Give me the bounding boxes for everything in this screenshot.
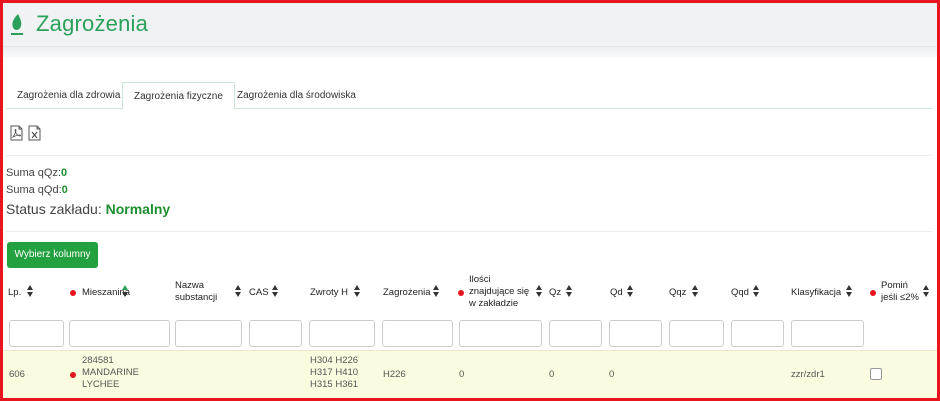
excel-file-icon[interactable] xyxy=(28,125,41,141)
column-header-qqz[interactable]: Qqz xyxy=(669,287,686,299)
filter-cas-input[interactable] xyxy=(249,320,302,347)
sort-icon[interactable] xyxy=(235,285,241,297)
sort-icon[interactable] xyxy=(536,285,542,297)
filter-classification-input[interactable] xyxy=(791,320,864,347)
app-header: Zagrożenia xyxy=(3,3,937,47)
warning-dot-icon xyxy=(70,372,76,378)
pdf-file-icon[interactable] xyxy=(10,125,23,141)
cell-mixture: 284581 MANDARINE LYCHEE xyxy=(82,355,140,390)
leaf-logo-icon xyxy=(11,14,23,35)
filter-h-statements-input[interactable] xyxy=(309,320,375,347)
info-dot-icon xyxy=(458,290,464,296)
sum-qqd: Suma qQd:0 xyxy=(6,184,68,196)
filter-qqz-input[interactable] xyxy=(669,320,724,347)
sort-icon[interactable] xyxy=(627,285,633,297)
filter-lp-input[interactable] xyxy=(9,320,64,347)
page-title: Zagrożenia xyxy=(36,11,149,36)
sort-icon[interactable] xyxy=(923,285,929,297)
column-header-classification[interactable]: Klasyfikacja xyxy=(791,287,841,299)
facility-status: Status zakładu: Normalny xyxy=(6,201,170,217)
cell-h-statements: H304 H226 H317 H410 H315 H361 xyxy=(310,355,359,390)
filter-qqd-input[interactable] xyxy=(731,320,784,347)
filter-hazards-input[interactable] xyxy=(382,320,453,347)
tab-health-hazards[interactable]: Zagrożenia dla zdrowia xyxy=(6,82,131,109)
sort-icon[interactable] xyxy=(846,285,852,297)
sort-icon[interactable] xyxy=(433,285,439,297)
header-shadow xyxy=(3,47,937,57)
column-header-quantities[interactable]: Ilości znajdujące się w zakładzie xyxy=(469,274,529,310)
facility-status-value: Normalny xyxy=(105,201,171,217)
cell-lp: 606 xyxy=(9,369,25,380)
info-dot-icon xyxy=(70,290,76,296)
sum-qqz: Suma qQz:0 xyxy=(6,167,67,179)
divider xyxy=(6,155,932,156)
column-header-substance-name[interactable]: Nazwa substancji xyxy=(175,280,217,304)
filter-qd-input[interactable] xyxy=(609,320,662,347)
sum-qqd-value: 0 xyxy=(61,184,68,196)
info-dot-icon xyxy=(870,290,876,296)
sort-icon[interactable] xyxy=(122,285,128,297)
sort-icon[interactable] xyxy=(354,285,360,297)
choose-columns-button[interactable]: Wybierz kolumny xyxy=(7,242,98,268)
cell-qz: 0 xyxy=(549,369,555,380)
tab-bar: Zagrożenia dla zdrowia Zagrożenia fizycz… xyxy=(6,82,932,110)
cell-qd: 0 xyxy=(609,369,615,380)
column-header-hazards[interactable]: Zagrożenia xyxy=(383,287,431,299)
cell-quantities: 0 xyxy=(459,369,465,380)
sort-icon[interactable] xyxy=(27,285,33,297)
sort-icon[interactable] xyxy=(272,285,278,297)
column-header-qqd[interactable]: Qqd xyxy=(731,287,749,299)
sum-qqz-value: 0 xyxy=(61,167,68,179)
column-header-qz[interactable]: Qz xyxy=(549,287,561,299)
cell-hazards: H226 xyxy=(383,369,406,380)
column-header-qd[interactable]: Qd xyxy=(610,287,623,299)
sum-qqz-label: Suma qQz: xyxy=(6,167,62,179)
column-header-skip-if[interactable]: Pomiń jeśli ≤2% xyxy=(881,280,919,304)
skip-checkbox[interactable] xyxy=(870,368,882,380)
column-header-cas[interactable]: CAS xyxy=(249,287,269,299)
filter-mixture-input[interactable] xyxy=(69,320,170,347)
facility-status-label: Status zakładu: xyxy=(6,201,102,217)
sum-qqd-label: Suma qQd: xyxy=(6,184,62,196)
divider xyxy=(6,231,932,232)
sort-icon[interactable] xyxy=(753,285,759,297)
filter-quantities-input[interactable] xyxy=(459,320,542,347)
filter-qz-input[interactable] xyxy=(549,320,602,347)
column-header-lp[interactable]: Lp. xyxy=(8,287,21,299)
column-header-h-statements[interactable]: Zwroty H xyxy=(310,287,348,299)
tab-environmental-hazards[interactable]: Zagrożenia dla środowiska xyxy=(226,82,367,109)
filter-substance-name-input[interactable] xyxy=(175,320,242,347)
cell-classification: zzr/zdr1 xyxy=(791,369,825,380)
sort-icon[interactable] xyxy=(692,285,698,297)
sort-icon[interactable] xyxy=(566,285,572,297)
tab-physical-hazards[interactable]: Zagrożenia fizyczne xyxy=(122,82,235,110)
